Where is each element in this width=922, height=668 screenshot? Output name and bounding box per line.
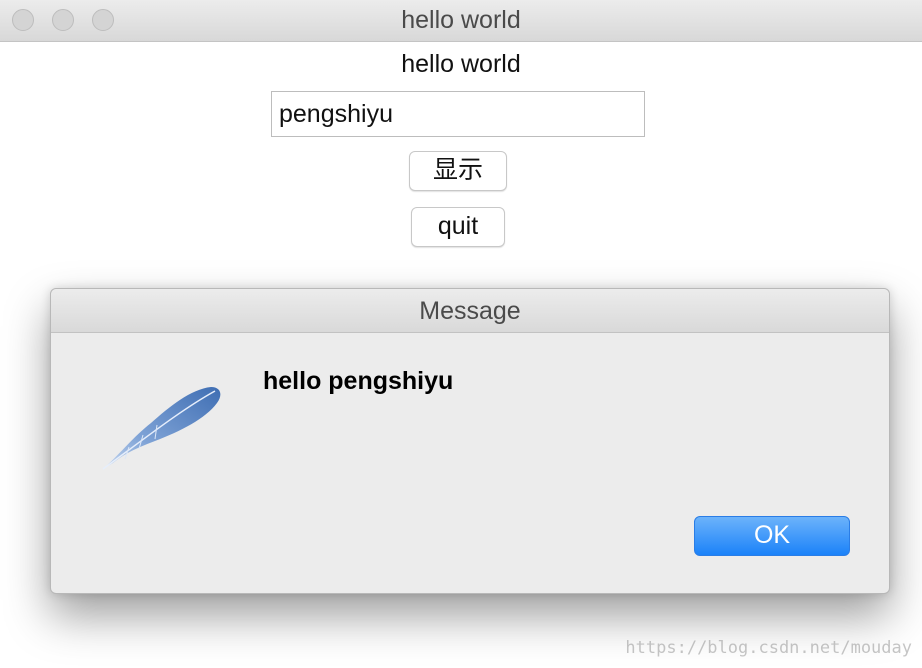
- window-title: hello world: [401, 6, 521, 34]
- dialog-titlebar[interactable]: Message: [51, 289, 889, 333]
- hello-label: hello world: [401, 50, 521, 78]
- dialog-title: Message: [419, 297, 521, 325]
- ok-button[interactable]: OK: [694, 516, 850, 556]
- quit-button[interactable]: quit: [411, 207, 505, 247]
- feather-icon: [102, 387, 221, 470]
- show-button[interactable]: 显示: [409, 151, 507, 191]
- main-window: hello world hello world 显示 quit Message …: [0, 0, 922, 668]
- window-titlebar[interactable]: hello world: [0, 0, 922, 42]
- dialog-message: hello pengshiyu: [263, 367, 454, 395]
- message-dialog: Message hello pengshiyu OK: [50, 288, 890, 594]
- name-input[interactable]: [271, 91, 645, 137]
- watermark-text: https://blog.csdn.net/mouday: [625, 638, 912, 658]
